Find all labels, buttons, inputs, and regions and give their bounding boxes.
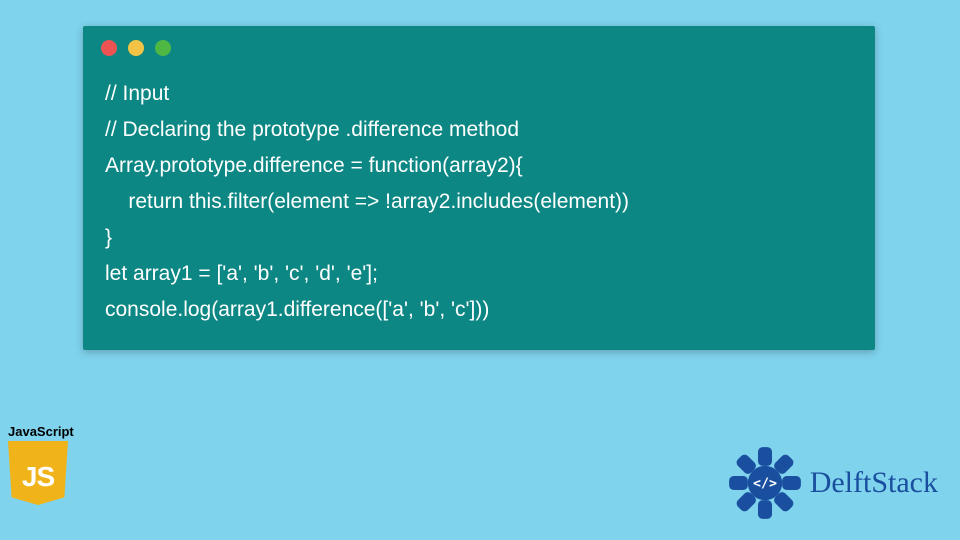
javascript-logo-text: JS bbox=[8, 461, 68, 493]
code-window: // Input // Declaring the prototype .dif… bbox=[83, 26, 875, 350]
javascript-badge: JavaScript JS bbox=[8, 424, 78, 505]
delftstack-logo-icon: </> bbox=[726, 444, 804, 522]
svg-text:</>: </> bbox=[753, 477, 777, 492]
javascript-logo-icon: JS bbox=[8, 441, 68, 505]
javascript-label: JavaScript bbox=[8, 424, 78, 439]
window-traffic-lights bbox=[101, 40, 171, 56]
maximize-icon bbox=[155, 40, 171, 56]
delftstack-badge: </> DelftStack bbox=[726, 444, 938, 522]
close-icon bbox=[101, 40, 117, 56]
minimize-icon bbox=[128, 40, 144, 56]
delftstack-label: DelftStack bbox=[810, 466, 938, 500]
code-block: // Input // Declaring the prototype .dif… bbox=[105, 76, 857, 328]
